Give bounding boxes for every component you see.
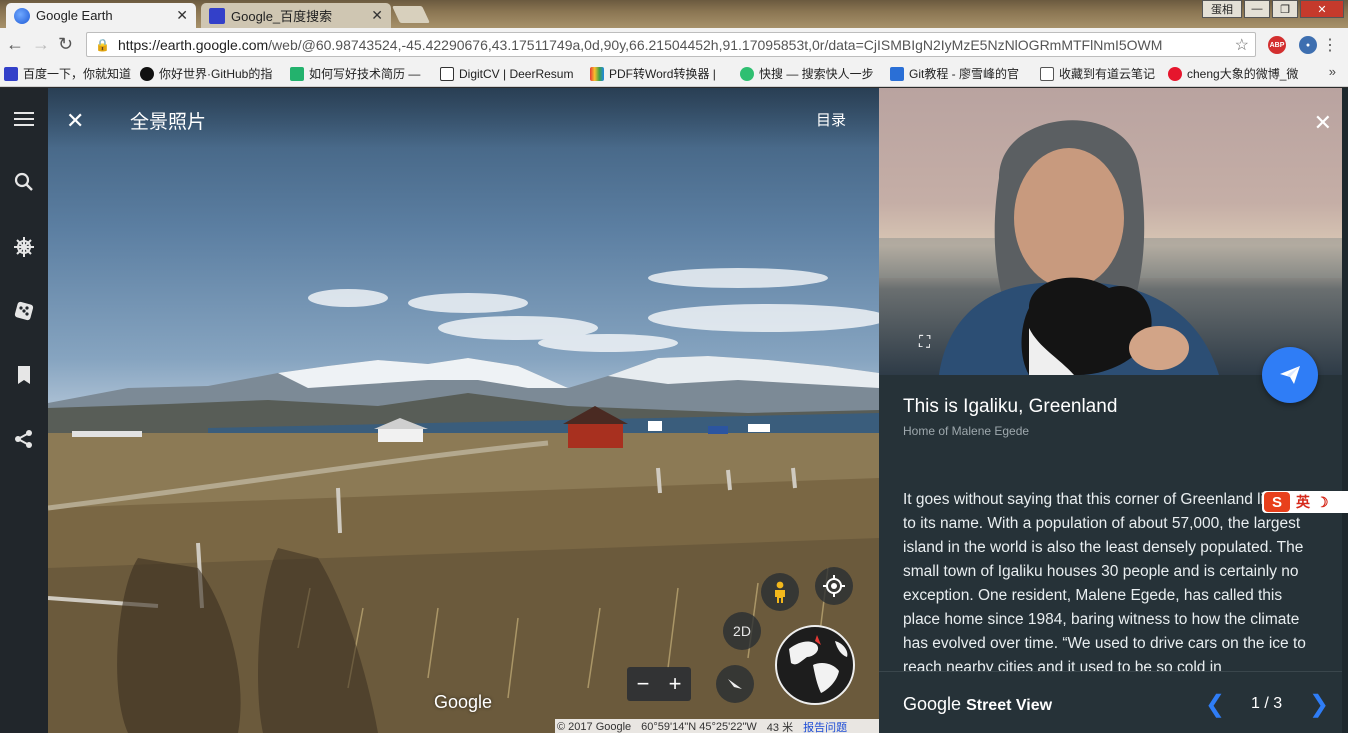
pegman-button[interactable] <box>761 573 799 611</box>
adblock-extension-icon[interactable]: ABP <box>1268 36 1286 54</box>
story-title: This is Igaliku, Greenland <box>903 396 1118 417</box>
maximize-button[interactable]: ❐ <box>1272 0 1298 18</box>
street-view-logo: Google Street View <box>903 694 1053 714</box>
tab-title: Google Earth <box>36 8 113 23</box>
sogou-logo-icon: S <box>1264 492 1290 512</box>
portrait-image <box>879 120 1342 375</box>
zoom-out-button[interactable]: − <box>637 671 650 697</box>
weibo-icon <box>1168 66 1182 81</box>
feeling-lucky-dice-icon[interactable] <box>10 297 38 325</box>
bookmarks-overflow-icon[interactable]: » <box>1329 64 1336 79</box>
bookmark-item[interactable]: Git教程 - 廖雪峰的官 <box>890 65 1040 82</box>
page-indicator: 1 / 3 <box>1251 695 1283 712</box>
story-footer: Google Street View ❮ 1 / 3 ❯ <box>879 671 1342 733</box>
ime-moon-icon: ☽ <box>1316 493 1329 510</box>
report-problem-link[interactable]: 报告问题 <box>803 719 847 733</box>
next-page-chevron-icon[interactable]: ❯ <box>1309 690 1329 719</box>
ime-toolbar[interactable]: S 英 ☽ <box>1262 491 1348 513</box>
bookmarks-bar: 百度一下，你就知道 你好世界·GitHub的指 如何写好技术简历 — Digit… <box>0 61 1348 87</box>
reload-icon[interactable]: ↻ <box>58 34 73 55</box>
bookmark-item[interactable]: DigitCV | DeerResum <box>440 66 590 81</box>
tab-google-earth[interactable]: Google Earth ✕ <box>6 3 196 28</box>
baidu-favicon-icon <box>209 7 225 24</box>
bookmark-item[interactable]: 快搜 — 搜索快人一步 <box>740 65 890 82</box>
extension-icon[interactable]: ● <box>1299 36 1317 54</box>
bookmark-item[interactable]: PDF转Word转换器 | <box>590 65 740 82</box>
tab-close-icon[interactable]: ✕ <box>176 7 188 24</box>
close-story-icon[interactable]: ✕ <box>1314 110 1332 136</box>
page-icon <box>440 66 454 81</box>
story-panel: ✕ ⛶ This is Igaliku, Greenland Home of M… <box>879 88 1348 733</box>
browser-menu-icon[interactable]: ⋮ <box>1322 35 1338 55</box>
story-photo: ✕ ⛶ <box>879 88 1342 375</box>
address-bar[interactable]: 🔒 https://earth.google.com /web/@60.9874… <box>86 32 1256 57</box>
voyager-ship-wheel-icon[interactable] <box>10 233 38 261</box>
toggle-2d-button[interactable]: 2D <box>723 612 761 650</box>
compass-button[interactable] <box>716 665 754 703</box>
bookmark-item[interactable]: cheng大象的微博_微 <box>1168 65 1308 82</box>
tab-title: Google_百度搜索 <box>231 9 333 24</box>
zoom-in-button[interactable]: + <box>669 671 682 697</box>
panel-scrollbar[interactable] <box>1342 88 1348 733</box>
catalog-button[interactable]: 目录 <box>816 109 846 130</box>
url-host: https://earth.google.com <box>117 36 269 53</box>
window-controls: 蛋相 — ❐ ✕ <box>1202 0 1344 18</box>
rocket-icon <box>890 66 904 81</box>
github-icon <box>140 66 154 81</box>
page-icon <box>1040 66 1054 81</box>
copyright-text: © 2017 Google <box>557 721 632 733</box>
paper-plane-icon <box>1280 366 1300 384</box>
compass-needle-icon <box>728 679 742 689</box>
kuaisou-icon <box>740 66 754 81</box>
lock-icon: 🔒 <box>95 37 110 52</box>
story-body: It goes without saying that this corner … <box>903 491 1310 671</box>
fullscreen-expand-icon[interactable]: ⛶ <box>919 334 930 352</box>
panorama-title: 全景照片 <box>130 112 207 133</box>
previous-page-chevron-icon[interactable]: ❮ <box>1205 690 1225 719</box>
tab-close-icon[interactable]: ✕ <box>371 7 383 24</box>
close-window-button[interactable]: ✕ <box>1300 0 1344 18</box>
google-watermark: Google <box>434 692 493 712</box>
tab-google-baidu[interactable]: Google_百度搜索 ✕ <box>201 3 391 28</box>
bookmark-item[interactable]: 百度一下，你就知道 <box>4 65 140 82</box>
baidu-paw-icon <box>4 66 18 81</box>
menu-hamburger-icon[interactable] <box>10 105 38 133</box>
bookmark-icon[interactable] <box>10 361 38 389</box>
viewer-status-strip: © 2017 Google 60°59'14"N 45°25'22"W 43 米… <box>555 719 879 733</box>
my-location-button[interactable] <box>815 567 853 605</box>
minimize-button[interactable]: — <box>1244 0 1270 18</box>
profile-button[interactable]: 蛋相 <box>1202 0 1242 18</box>
url-path: /web/@60.98743524,-45.42290676,43.175117… <box>268 36 1163 53</box>
crosshair-icon <box>823 575 845 597</box>
search-icon[interactable] <box>10 168 38 196</box>
new-tab-button[interactable] <box>392 6 430 23</box>
bookmark-item[interactable]: 你好世界·GitHub的指 <box>140 65 290 82</box>
story-subtitle: Home of Malene Egede <box>903 424 1030 438</box>
mini-globe-button[interactable] <box>775 625 855 705</box>
bookmark-item[interactable]: 收藏到有道云笔记 <box>1040 65 1168 82</box>
street-view-panorama[interactable]: ✕ 全景照片 目录 2D − + Google © 2017 Google 60… <box>48 88 879 733</box>
checkbox-icon <box>290 66 304 81</box>
share-button[interactable] <box>1262 347 1318 403</box>
bookmark-item[interactable]: 如何写好技术简历 — <box>290 65 440 82</box>
pegman-icon <box>775 581 785 603</box>
pdf-icon <box>590 66 604 81</box>
browser-toolbar: ← → ↻ 🔒 https://earth.google.com /web/@6… <box>0 28 1348 61</box>
share-icon[interactable] <box>10 425 38 453</box>
coordinates-readout: 60°59'14"N 45°25'22"W <box>641 721 757 733</box>
back-arrow-icon[interactable]: ← <box>6 34 24 55</box>
earth-nav-rail <box>0 88 48 733</box>
zoom-control: − + <box>627 667 691 701</box>
bookmark-star-icon[interactable]: ☆ <box>1235 35 1249 55</box>
ime-language-label: 英 <box>1296 494 1310 510</box>
google-earth-favicon-icon <box>14 7 30 24</box>
scale-readout: 43 米 <box>766 722 794 733</box>
forward-arrow-icon[interactable]: → <box>32 34 50 55</box>
close-panorama-icon[interactable]: ✕ <box>66 108 84 134</box>
browser-tab-strip: Google Earth ✕ Google_百度搜索 ✕ 蛋相 — ❐ ✕ <box>0 0 1348 28</box>
